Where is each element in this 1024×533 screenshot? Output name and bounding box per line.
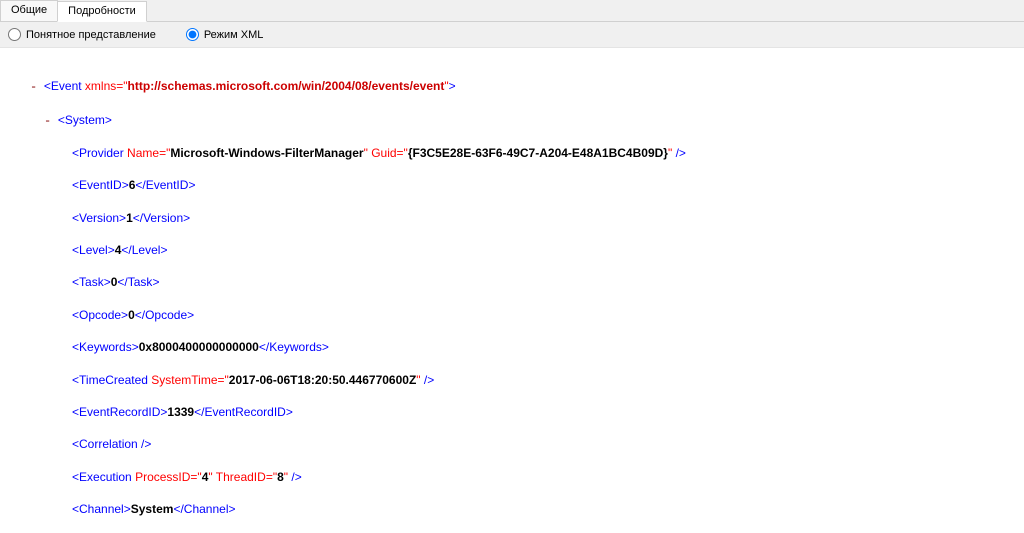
val-opcode: 0 — [128, 308, 135, 322]
attr-xmlns: xmlns — [85, 79, 116, 93]
tag-event: Event — [51, 79, 82, 93]
attr-provider-guid: Guid — [371, 146, 396, 160]
tag-system: System — [65, 113, 105, 127]
val-channel: System — [131, 502, 174, 516]
tag-level: Level — [79, 243, 108, 257]
tag-channel: Channel — [79, 502, 124, 516]
radio-friendly-view[interactable]: Понятное представление — [8, 28, 156, 41]
radio-friendly-input[interactable] — [8, 28, 21, 41]
radio-xml-input[interactable] — [186, 28, 199, 41]
toggle-event[interactable]: - — [30, 80, 37, 94]
radio-xml-label: Режим XML — [204, 29, 264, 41]
val-threadid: 8 — [277, 470, 284, 484]
xml-content: - <Event xmlns="http://schemas.microsoft… — [0, 48, 1024, 533]
tag-version: Version — [79, 211, 119, 225]
tag-task: Task — [79, 275, 104, 289]
tab-general[interactable]: Общие — [0, 0, 58, 21]
attr-processid: ProcessID — [135, 470, 190, 484]
radio-xml-view[interactable]: Режим XML — [186, 28, 264, 41]
toggle-system[interactable]: - — [44, 114, 51, 128]
view-mode-bar: Понятное представление Режим XML — [0, 22, 1024, 48]
tab-details[interactable]: Подробности — [57, 1, 147, 22]
tag-correlation: Correlation — [79, 437, 138, 451]
tag-provider: Provider — [79, 146, 124, 160]
tag-eventid: EventID — [79, 178, 122, 192]
val-xmlns: http://schemas.microsoft.com/win/2004/08… — [128, 79, 445, 93]
attr-threadid: ThreadID — [216, 470, 266, 484]
radio-friendly-label: Понятное представление — [26, 29, 156, 41]
tag-execution: Execution — [79, 470, 132, 484]
val-keywords: 0x8000400000000000 — [139, 340, 259, 354]
attr-systemtime: SystemTime — [151, 373, 217, 387]
attr-provider-name: Name — [127, 146, 159, 160]
tag-opcode: Opcode — [79, 308, 121, 322]
tag-keywords: Keywords — [79, 340, 132, 354]
tab-bar: Общие Подробности — [0, 0, 1024, 22]
val-provider-guid: {F3C5E28E-63F6-49C7-A204-E48A1BC4B09D} — [408, 146, 668, 160]
val-eventrecordid: 1339 — [167, 405, 194, 419]
val-systemtime: 2017-06-06T18:20:50.446770600Z — [229, 373, 416, 387]
val-version: 1 — [126, 211, 133, 225]
val-provider-name: Microsoft-Windows-FilterManager — [170, 146, 363, 160]
tag-timecreated: TimeCreated — [79, 373, 148, 387]
tag-eventrecordid: EventRecordID — [79, 405, 160, 419]
